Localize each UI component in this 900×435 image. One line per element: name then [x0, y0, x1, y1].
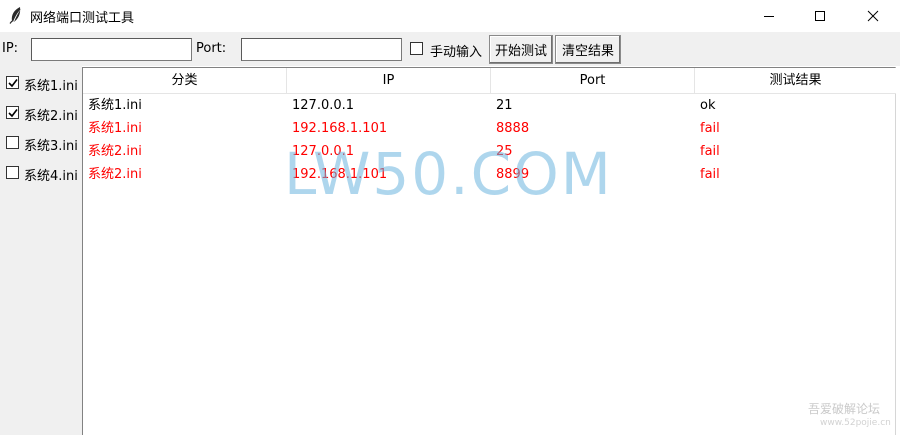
minimize-icon — [764, 16, 774, 17]
config-label-2: 系统2.ini — [24, 109, 78, 124]
table-row[interactable]: 系统2.ini 127.0.0.1 25 fail — [83, 140, 896, 163]
minimize-button[interactable] — [746, 0, 792, 32]
feather-icon — [8, 6, 24, 24]
maximize-icon — [815, 11, 825, 21]
port-input[interactable] — [241, 38, 402, 61]
close-button[interactable] — [850, 0, 896, 32]
cell-result: ok — [700, 98, 716, 113]
cell-port: 25 — [496, 144, 513, 159]
cell-port: 8888 — [496, 121, 530, 136]
config-label-4: 系统4.ini — [24, 169, 78, 184]
manual-input-label: 手动输入 — [430, 45, 483, 60]
port-label: Port: — [196, 41, 227, 56]
ip-input[interactable] — [31, 38, 192, 61]
cell-port: 8899 — [496, 167, 530, 182]
clear-results-button[interactable]: 清空结果 — [555, 35, 621, 64]
config-checkbox-2[interactable] — [6, 106, 19, 119]
config-list: 系统1.ini 系统2.ini 系统3.ini 系统4.ini — [0, 66, 82, 435]
config-item-3[interactable]: 系统3.ini — [0, 132, 82, 154]
cell-category: 系统2.ini — [88, 144, 142, 159]
config-item-4[interactable]: 系统4.ini — [0, 162, 82, 184]
table-row[interactable]: 系统1.ini 127.0.0.1 21 ok — [83, 94, 896, 117]
table-row[interactable]: 系统1.ini 192.168.1.101 8888 fail — [83, 117, 896, 140]
cell-port: 21 — [496, 98, 513, 113]
checkmark-icon — [7, 78, 18, 87]
config-item-2[interactable]: 系统2.ini — [0, 102, 82, 124]
close-icon — [867, 10, 879, 22]
cell-ip: 192.168.1.101 — [292, 121, 388, 136]
config-item-1[interactable]: 系统1.ini — [0, 72, 82, 94]
config-checkbox-4[interactable] — [6, 166, 19, 179]
cell-category: 系统1.ini — [88, 98, 142, 113]
cell-ip: 192.168.1.101 — [292, 167, 388, 182]
ip-label: IP: — [2, 41, 19, 56]
cell-result: fail — [700, 121, 720, 136]
config-checkbox-1[interactable] — [6, 76, 19, 89]
results-table[interactable]: 分类 IP Port 测试结果 系统1.ini 127.0.0.1 21 ok … — [82, 67, 896, 435]
toolbar: IP: Port: 手动输入 开始测试 清空结果 — [0, 32, 900, 66]
config-checkbox-3[interactable] — [6, 136, 19, 149]
cell-category: 系统1.ini — [88, 121, 142, 136]
config-label-3: 系统3.ini — [24, 139, 78, 154]
table-row[interactable]: 系统2.ini 192.168.1.101 8899 fail — [83, 163, 896, 186]
title-bar[interactable]: 网络端口测试工具 — [0, 0, 900, 32]
column-header-result[interactable]: 测试结果 — [695, 68, 896, 94]
cell-result: fail — [700, 144, 720, 159]
table-header: 分类 IP Port 测试结果 — [83, 68, 896, 94]
window-title: 网络端口测试工具 — [30, 11, 135, 26]
start-test-button[interactable]: 开始测试 — [489, 35, 553, 64]
column-header-port[interactable]: Port — [491, 68, 695, 94]
config-label-1: 系统1.ini — [24, 79, 78, 94]
column-header-ip[interactable]: IP — [287, 68, 491, 94]
manual-input-checkbox[interactable] — [410, 42, 423, 55]
cell-ip: 127.0.0.1 — [292, 98, 355, 113]
cell-category: 系统2.ini — [88, 167, 142, 182]
checkmark-icon — [7, 108, 18, 117]
maximize-button[interactable] — [797, 0, 843, 32]
column-header-category[interactable]: 分类 — [83, 68, 287, 94]
cell-ip: 127.0.0.1 — [292, 144, 355, 159]
cell-result: fail — [700, 167, 720, 182]
